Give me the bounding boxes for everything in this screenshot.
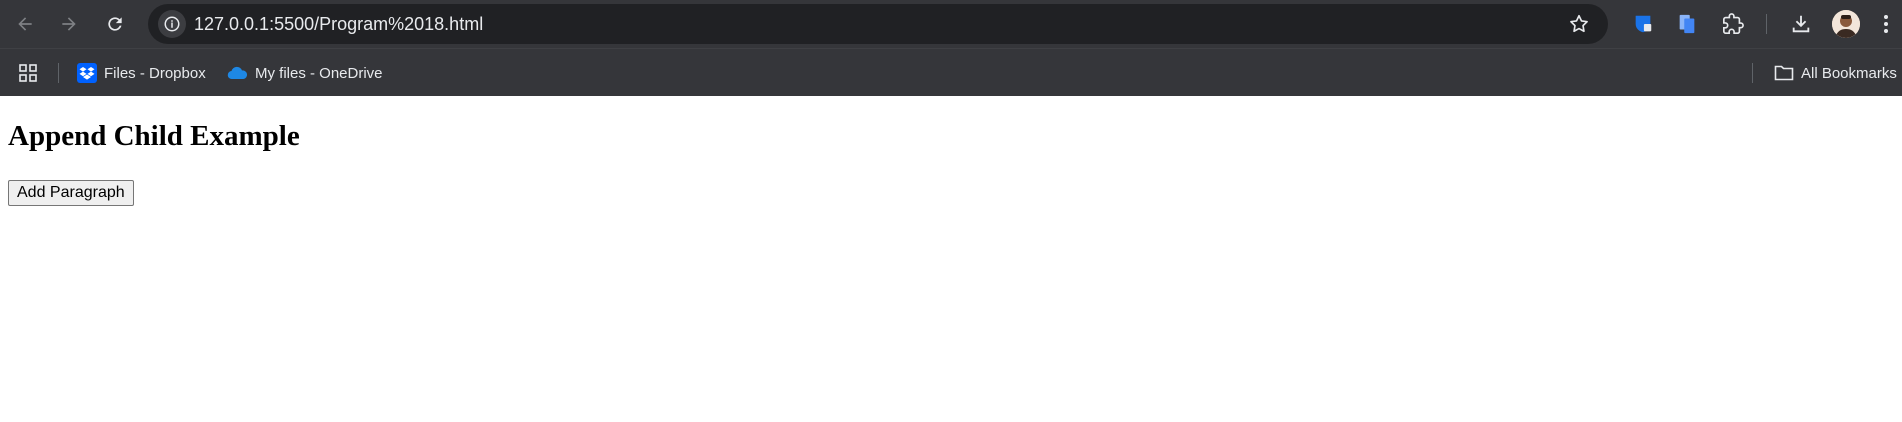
all-bookmarks-button[interactable]: All Bookmarks <box>1774 60 1897 86</box>
bookmarks-divider <box>58 63 59 83</box>
apps-grid-icon <box>19 64 37 82</box>
profile-avatar[interactable] <box>1832 10 1860 38</box>
apps-button[interactable] <box>18 60 45 86</box>
address-bar[interactable]: 127.0.0.1:5500/Program%2018.html <box>148 4 1608 44</box>
onedrive-icon <box>227 66 248 80</box>
bookmarks-bar: Files - Dropbox My files - OneDrive All … <box>0 48 1902 96</box>
bookmark-dropbox[interactable]: Files - Dropbox <box>77 60 206 86</box>
back-button[interactable] <box>10 9 40 39</box>
forward-button[interactable] <box>54 9 84 39</box>
reload-button[interactable] <box>100 9 130 39</box>
site-info-button[interactable] <box>158 10 186 38</box>
bookmark-label: Files - Dropbox <box>104 64 206 82</box>
avatar-icon <box>1832 10 1860 38</box>
info-icon <box>164 16 180 32</box>
browser-menu-button[interactable] <box>1876 11 1896 37</box>
all-bookmarks-label: All Bookmarks <box>1801 64 1897 82</box>
bookmark-onedrive[interactable]: My files - OneDrive <box>226 60 383 86</box>
shield-extension-icon <box>1635 15 1652 33</box>
document-extension-icon <box>1679 14 1695 34</box>
page-content: Append Child Example Add Paragraph <box>0 96 1902 422</box>
clipboard-extension-button[interactable] <box>1674 11 1700 37</box>
kebab-menu-icon <box>1884 15 1888 33</box>
browser-toolbar: 127.0.0.1:5500/Program%2018.html <box>0 0 1902 48</box>
star-icon[interactable] <box>1568 13 1590 35</box>
toolbar-divider <box>1766 14 1767 34</box>
bitwarden-extension-button[interactable] <box>1630 11 1656 37</box>
extensions-button[interactable] <box>1720 11 1746 37</box>
dropbox-icon <box>77 63 97 83</box>
reload-icon <box>108 17 122 31</box>
url-text[interactable]: 127.0.0.1:5500/Program%2018.html <box>194 14 483 35</box>
download-icon <box>1792 15 1810 33</box>
arrow-right-icon <box>62 17 76 31</box>
arrow-left-icon <box>18 17 32 31</box>
add-paragraph-button[interactable]: Add Paragraph <box>8 180 134 206</box>
bookmarks-right-divider <box>1752 63 1753 83</box>
puzzle-icon <box>1723 13 1744 34</box>
page-title: Append Child Example <box>8 120 300 152</box>
bookmark-label: My files - OneDrive <box>255 64 383 82</box>
folder-icon <box>1774 65 1794 81</box>
downloads-button[interactable] <box>1788 11 1814 37</box>
